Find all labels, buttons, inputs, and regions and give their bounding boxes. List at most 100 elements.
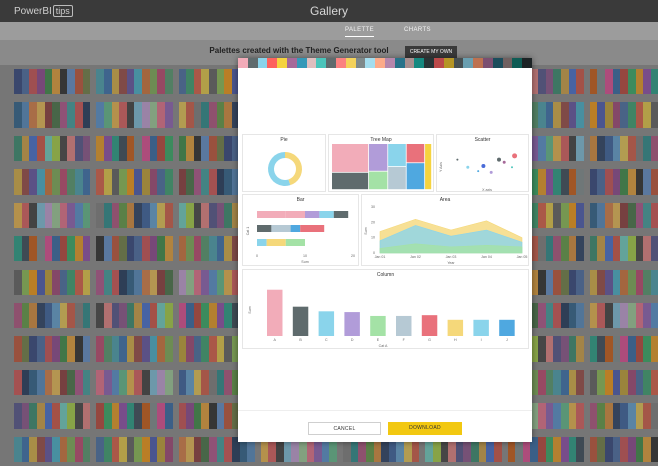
column-bar [318, 311, 335, 336]
palette-preview-modal: Pie Tree Map Scatter X axis Y Axis Bar 01… [238, 58, 532, 442]
scatter-point [502, 160, 506, 164]
scatter-point [489, 170, 493, 174]
color-swatch [306, 58, 317, 68]
bar-chart: 0 10 20 Sum Cat 1 [246, 211, 355, 264]
scatter-point [511, 166, 513, 169]
scatter-x-axis-label: X axis [482, 188, 492, 192]
download-button[interactable]: DOWNLOAD [388, 422, 462, 435]
column-bar [396, 315, 412, 336]
treemap-tile [368, 171, 388, 190]
scatter-chart: X axis Y Axis [439, 153, 518, 192]
modal-footer-divider [238, 410, 532, 411]
color-swatch [247, 58, 258, 68]
bar-segment [257, 239, 267, 246]
column-bar [267, 289, 283, 336]
treemap-chart [332, 144, 432, 190]
bar-segment [257, 225, 272, 232]
color-swatch [414, 58, 425, 68]
column-tick-label: A [274, 338, 277, 342]
color-swatch [238, 58, 248, 68]
area-tick-label: Jan 04 [481, 255, 492, 259]
treemap-tile [388, 144, 406, 167]
color-swatch [286, 58, 297, 68]
area-tick-label: Jan 01 [375, 255, 386, 259]
bar-segment [257, 211, 286, 218]
color-swatch [482, 58, 493, 68]
column-tick-label: D [351, 338, 354, 342]
color-swatch [345, 58, 356, 68]
color-swatch [502, 58, 513, 68]
column-bar [499, 319, 515, 336]
color-swatch [355, 58, 366, 68]
column-tick-label: G [428, 338, 431, 342]
area-y-tick-label: 10 [371, 236, 375, 240]
tab-charts[interactable]: CHARTS [404, 27, 431, 33]
column-tick-label: J [506, 338, 508, 342]
bar-tick-label: 10 [303, 254, 307, 258]
create-my-own-button[interactable]: CREATE MY OWN [405, 46, 457, 58]
color-swatch [404, 58, 415, 68]
color-swatch [453, 58, 464, 68]
treemap-chart-panel: Tree Map [328, 134, 434, 192]
color-swatch [277, 58, 287, 68]
pie-chart-panel: Pie [242, 134, 326, 192]
column-tick-label: F [403, 338, 406, 342]
top-bar: PowerBI tips Gallery [0, 0, 658, 22]
color-swatch [257, 58, 268, 68]
column-chart: A B C D E F G H I J Cat A Sum [248, 289, 515, 348]
column-tick-label: I [481, 338, 482, 342]
area-chart: Jan 01 Jan 02 Jan 03 Jan 04 Jan 05 0 10 20 30 Yea… [364, 205, 528, 265]
column-bar [473, 319, 489, 336]
column-tick-label: B [299, 338, 302, 342]
bar-chart-panel: Bar 0 10 20 Sum Cat 1 [242, 194, 359, 266]
area-tick-label: Jan 03 [446, 255, 457, 259]
color-swatch [394, 58, 405, 68]
color-swatch [424, 58, 434, 68]
tab-bar: PALETTE CHARTS [0, 22, 658, 40]
column-y-axis-label: Sum [248, 306, 252, 313]
color-swatch [433, 58, 444, 68]
bar-segment [290, 225, 301, 232]
color-swatch [443, 58, 454, 68]
palette-swatch-strip [238, 58, 532, 68]
treemap-tile [388, 167, 406, 190]
area-y-tick-label: 30 [371, 205, 375, 209]
color-swatch [492, 58, 503, 68]
area-y-tick-label: 20 [371, 220, 375, 224]
color-swatch [316, 58, 327, 68]
area-y-axis-label: Sum [364, 227, 368, 234]
scatter-chart-panel: Scatter X axis Y Axis [436, 134, 529, 192]
scatter-point [456, 158, 459, 161]
color-swatch [335, 58, 346, 68]
treemap-tile [406, 163, 425, 190]
column-bar [421, 315, 438, 336]
treemap-tile [406, 144, 425, 163]
color-swatch [365, 58, 376, 68]
bar-segment [319, 211, 334, 218]
bar-segment [266, 239, 286, 246]
gallery-headline: Palettes created with the Theme Generato… [0, 46, 658, 55]
column-bar [344, 312, 360, 336]
treemap-tile [332, 172, 369, 190]
color-swatch [296, 58, 307, 68]
bar-segment [285, 211, 305, 218]
pie-chart [268, 152, 302, 186]
bar-segment [285, 239, 305, 246]
cancel-button[interactable]: CANCEL [308, 422, 381, 435]
area-tick-label: Jan 05 [517, 255, 528, 259]
scatter-point [512, 153, 518, 159]
bar-segment [305, 239, 329, 246]
color-swatch [375, 58, 385, 68]
bar-y-axis-label: Cat 1 [246, 227, 250, 236]
bar-segment [271, 225, 291, 232]
color-swatch [384, 58, 395, 68]
bar-segment [305, 211, 320, 218]
color-swatch [326, 58, 336, 68]
tab-palette[interactable]: PALETTE [345, 27, 375, 37]
treemap-tile [425, 144, 432, 190]
scatter-point [466, 165, 470, 169]
treemap-tile [332, 144, 369, 172]
color-swatch [463, 58, 474, 68]
headline-text: Palettes created with the Theme Generato… [209, 46, 389, 55]
color-swatch [473, 58, 483, 68]
